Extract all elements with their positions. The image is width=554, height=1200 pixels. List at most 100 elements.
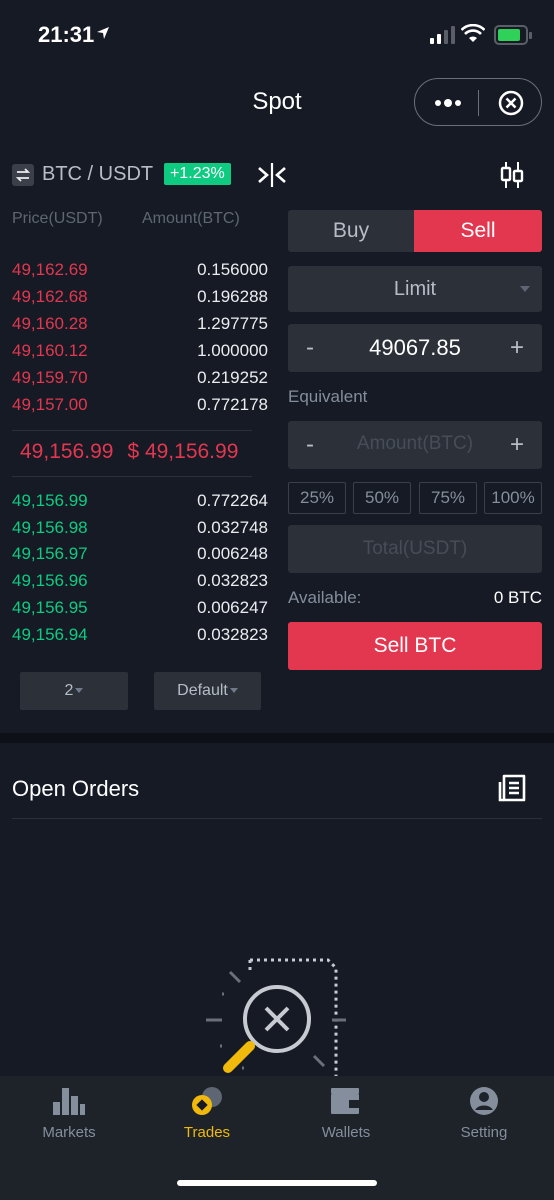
amount-placeholder[interactable]: Amount(BTC) — [288, 433, 542, 455]
divider — [12, 430, 252, 431]
ask-row[interactable]: 49,162.69 0.156000 — [12, 260, 268, 286]
ask-price: 49,159.70 — [12, 368, 88, 387]
ask-amount: 1.000000 — [197, 341, 268, 360]
amount-column-header: Amount(BTC) — [142, 210, 240, 227]
precision-select[interactable]: 2 — [20, 672, 128, 710]
bid-price: 49,156.99 — [12, 491, 88, 510]
title-bar: Spot — [0, 70, 554, 136]
bid-row[interactable]: 49,156.95 0.006247 — [12, 598, 268, 624]
candlestick-chart-icon[interactable] — [499, 161, 525, 189]
wifi-icon — [461, 24, 485, 42]
bid-price: 49,156.98 — [12, 518, 88, 537]
ask-amount: 0.219252 — [197, 368, 268, 387]
percent-25-button[interactable]: 25% — [288, 482, 346, 514]
tab-wallets[interactable]: Wallets — [277, 1086, 415, 1141]
divider — [12, 818, 542, 819]
view-mode-select[interactable]: Default — [154, 672, 261, 710]
user-icon — [470, 1087, 498, 1115]
ask-row[interactable]: 49,162.68 0.196288 — [12, 287, 268, 313]
last-price-value: 49,156.99 — [20, 440, 114, 463]
percent-75-button[interactable]: 75% — [419, 482, 477, 514]
bid-amount: 0.006248 — [197, 544, 268, 563]
ask-row[interactable]: 49,160.12 1.000000 — [12, 341, 268, 367]
ask-row[interactable]: 49,160.28 1.297775 — [12, 314, 268, 340]
close-icon[interactable] — [498, 90, 524, 116]
sell-tab[interactable]: Sell — [414, 210, 542, 252]
price-input[interactable]: - 49067.85 + — [288, 324, 542, 372]
home-indicator[interactable] — [177, 1180, 377, 1186]
status-time: 21:31 — [38, 22, 95, 47]
last-price: 49,156.99 $ 49,156.99 — [20, 440, 252, 464]
capsule-divider — [478, 90, 479, 116]
ask-row[interactable]: 49,157.00 0.772178 — [12, 395, 268, 421]
equivalent-label: Equivalent — [288, 387, 368, 406]
bid-row[interactable]: 49,156.98 0.032748 — [12, 518, 268, 544]
amount-increment-button[interactable]: + — [510, 431, 524, 459]
open-orders-title: Open Orders — [12, 776, 140, 801]
more-icon[interactable] — [433, 92, 463, 114]
battery-icon — [494, 25, 532, 45]
available-label: Available: — [288, 588, 362, 607]
last-price-usd: $ 49,156.99 — [127, 440, 239, 463]
tab-markets[interactable]: Markets — [0, 1086, 138, 1141]
tab-label: Trades — [183, 1124, 231, 1141]
status-bar: 21:31 — [0, 0, 554, 70]
ask-price: 49,162.68 — [12, 287, 88, 306]
depth-toggle-icon[interactable] — [257, 162, 287, 188]
tab-setting[interactable]: Setting — [415, 1086, 553, 1141]
sell-btc-button[interactable]: Sell BTC — [288, 622, 542, 670]
bid-row[interactable]: 49,156.99 0.772264 — [12, 491, 268, 517]
bid-price: 49,156.96 — [12, 571, 88, 590]
chevron-down-icon — [520, 286, 530, 292]
divider — [12, 476, 252, 477]
section-divider — [0, 733, 554, 743]
pair-name[interactable]: BTC / USDT — [42, 163, 153, 186]
order-type-value: Limit — [393, 278, 437, 300]
bid-row[interactable]: 49,156.96 0.032823 — [12, 571, 268, 597]
location-arrow-icon — [97, 27, 109, 39]
bid-amount: 0.032823 — [197, 625, 268, 644]
order-history-icon[interactable] — [498, 774, 526, 802]
amount-input[interactable]: - Amount(BTC) + — [288, 421, 542, 469]
ask-price: 49,160.28 — [12, 314, 88, 333]
percent-50-button[interactable]: 50% — [353, 482, 411, 514]
price-value[interactable]: 49067.85 — [288, 335, 542, 361]
ask-amount: 0.772178 — [197, 395, 268, 414]
tab-label: Wallets — [321, 1124, 371, 1141]
total-placeholder[interactable]: Total(USDT) — [288, 538, 542, 560]
bid-price: 49,156.95 — [12, 598, 88, 617]
bid-row[interactable]: 49,156.97 0.006248 — [12, 544, 268, 570]
price-increment-button[interactable]: + — [510, 334, 524, 362]
miniapp-capsule — [414, 78, 542, 126]
no-orders-illustration-icon — [206, 958, 346, 1076]
ask-row[interactable]: 49,159.70 0.219252 — [12, 368, 268, 394]
ask-price: 49,162.69 — [12, 260, 88, 279]
bid-amount: 0.772264 — [197, 491, 268, 510]
bid-amount: 0.032823 — [197, 571, 268, 590]
bid-price: 49,156.94 — [12, 625, 88, 644]
chevron-down-icon — [75, 688, 84, 694]
available-value: 0 BTC — [493, 588, 542, 607]
buy-tab[interactable]: Buy — [288, 210, 414, 252]
coins-icon — [192, 1087, 222, 1115]
ask-amount: 0.156000 — [197, 260, 268, 279]
total-input[interactable]: Total(USDT) — [288, 525, 542, 573]
ask-amount: 0.196288 — [197, 287, 268, 306]
swap-pair-icon[interactable] — [12, 164, 34, 186]
price-column-header: Price(USDT) — [12, 210, 103, 227]
view-mode-value: Default — [177, 682, 228, 699]
order-type-select[interactable]: Limit — [288, 266, 542, 312]
ask-price: 49,160.12 — [12, 341, 88, 360]
bar-chart-icon — [53, 1088, 85, 1115]
chevron-down-icon — [229, 688, 238, 694]
tab-trades[interactable]: Trades — [138, 1086, 276, 1141]
bid-row[interactable]: 49,156.94 0.032823 — [12, 625, 268, 651]
bid-price: 49,156.97 — [12, 544, 88, 563]
ask-amount: 1.297775 — [197, 314, 268, 333]
tab-label: Markets — [42, 1124, 96, 1141]
price-change-badge: +1.23% — [164, 163, 231, 185]
bid-amount: 0.006247 — [197, 598, 268, 617]
cellular-signal-icon — [430, 26, 455, 44]
precision-value: 2 — [64, 682, 74, 699]
percent-100-button[interactable]: 100% — [484, 482, 542, 514]
